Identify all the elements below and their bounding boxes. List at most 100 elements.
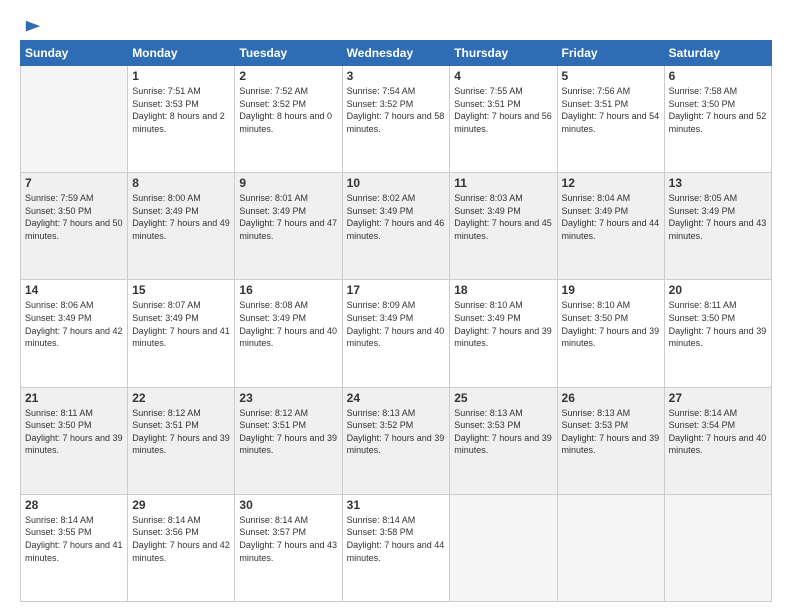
calendar-day-cell: 4 Sunrise: 7:55 AMSunset: 3:51 PMDaylight… — [450, 66, 557, 173]
day-number: 19 — [562, 283, 660, 297]
page: SundayMondayTuesdayWednesdayThursdayFrid… — [0, 0, 792, 612]
day-number: 2 — [239, 69, 337, 83]
day-info: Sunrise: 8:05 AMSunset: 3:49 PMDaylight:… — [669, 192, 767, 242]
calendar-day-cell — [664, 494, 771, 601]
day-info: Sunrise: 8:14 AMSunset: 3:54 PMDaylight:… — [669, 407, 767, 457]
day-info: Sunrise: 8:13 AMSunset: 3:52 PMDaylight:… — [347, 407, 446, 457]
day-number: 17 — [347, 283, 446, 297]
day-number: 11 — [454, 176, 552, 190]
calendar-day-cell: 14 Sunrise: 8:06 AMSunset: 3:49 PMDayligh… — [21, 280, 128, 387]
day-info: Sunrise: 8:14 AMSunset: 3:58 PMDaylight:… — [347, 514, 446, 564]
calendar-day-cell: 18Sunrise: 8:10 AMSunset: 3:49 PMDayligh… — [450, 280, 557, 387]
day-info: Sunrise: 8:04 AMSunset: 3:49 PMDaylight:… — [562, 192, 660, 242]
calendar-day-cell: 30Sunrise: 8:14 AMSunset: 3:57 PMDayligh… — [235, 494, 342, 601]
calendar-week-row: 7 Sunrise: 7:59 AMSunset: 3:50 PMDaylight… — [21, 173, 772, 280]
day-number: 10 — [347, 176, 446, 190]
day-info: Sunrise: 8:08 AMSunset: 3:49 PMDaylight:… — [239, 299, 337, 349]
calendar-day-cell: 6 Sunrise: 7:58 AMSunset: 3:50 PMDaylight… — [664, 66, 771, 173]
day-info: Sunrise: 8:11 AMSunset: 3:50 PMDaylight:… — [669, 299, 767, 349]
day-info: Sunrise: 7:56 AMSunset: 3:51 PMDaylight:… — [562, 85, 660, 135]
calendar-day-cell: 29Sunrise: 8:14 AMSunset: 3:56 PMDayligh… — [128, 494, 235, 601]
calendar-day-cell: 24 Sunrise: 8:13 AMSunset: 3:52 PMDayligh… — [342, 387, 450, 494]
calendar-day-cell: 9 Sunrise: 8:01 AMSunset: 3:49 PMDaylight… — [235, 173, 342, 280]
day-number: 16 — [239, 283, 337, 297]
day-info: Sunrise: 7:55 AMSunset: 3:51 PMDaylight:… — [454, 85, 552, 135]
calendar-day-cell: 22 Sunrise: 8:12 AMSunset: 3:51 PMDayligh… — [128, 387, 235, 494]
calendar-day-cell: 8 Sunrise: 8:00 AMSunset: 3:49 PMDaylight… — [128, 173, 235, 280]
logo — [20, 18, 42, 32]
day-info: Sunrise: 8:07 AMSunset: 3:49 PMDaylight:… — [132, 299, 230, 349]
day-info: Sunrise: 8:14 AMSunset: 3:57 PMDaylight:… — [239, 514, 337, 564]
calendar-day-cell: 10 Sunrise: 8:02 AMSunset: 3:49 PMDayligh… — [342, 173, 450, 280]
day-number: 27 — [669, 391, 767, 405]
calendar-week-row: 14 Sunrise: 8:06 AMSunset: 3:49 PMDayligh… — [21, 280, 772, 387]
day-number: 13 — [669, 176, 767, 190]
day-info: Sunrise: 8:02 AMSunset: 3:49 PMDaylight:… — [347, 192, 446, 242]
calendar-day-cell: 11Sunrise: 8:03 AMSunset: 3:49 PMDayligh… — [450, 173, 557, 280]
calendar-day-cell: 15 Sunrise: 8:07 AMSunset: 3:49 PMDayligh… — [128, 280, 235, 387]
day-number: 25 — [454, 391, 552, 405]
calendar-day-cell: 12 Sunrise: 8:04 AMSunset: 3:49 PMDayligh… — [557, 173, 664, 280]
calendar-day-cell: 26Sunrise: 8:13 AMSunset: 3:53 PMDayligh… — [557, 387, 664, 494]
day-info: Sunrise: 8:06 AMSunset: 3:49 PMDaylight:… — [25, 299, 123, 349]
calendar-day-cell: 23Sunrise: 8:12 AMSunset: 3:51 PMDayligh… — [235, 387, 342, 494]
calendar-header-thursday: Thursday — [450, 41, 557, 66]
calendar-day-cell: 25 Sunrise: 8:13 AMSunset: 3:53 PMDayligh… — [450, 387, 557, 494]
day-number: 21 — [25, 391, 123, 405]
day-number: 6 — [669, 69, 767, 83]
calendar-table: SundayMondayTuesdayWednesdayThursdayFrid… — [20, 40, 772, 602]
day-number: 28 — [25, 498, 123, 512]
calendar-day-cell — [450, 494, 557, 601]
day-info: Sunrise: 7:59 AMSunset: 3:50 PMDaylight:… — [25, 192, 123, 242]
day-number: 18 — [454, 283, 552, 297]
logo-flag-icon — [24, 18, 42, 36]
day-info: Sunrise: 8:13 AMSunset: 3:53 PMDaylight:… — [562, 407, 660, 457]
calendar-day-cell — [21, 66, 128, 173]
header — [20, 18, 772, 32]
day-info: Sunrise: 7:58 AMSunset: 3:50 PMDaylight:… — [669, 85, 767, 135]
day-info: Sunrise: 7:51 AMSunset: 3:53 PMDaylight:… — [132, 85, 230, 135]
calendar-day-cell: 27 Sunrise: 8:14 AMSunset: 3:54 PMDayligh… — [664, 387, 771, 494]
calendar-day-cell: 19Sunrise: 8:10 AMSunset: 3:50 PMDayligh… — [557, 280, 664, 387]
day-number: 9 — [239, 176, 337, 190]
calendar-day-cell: 16 Sunrise: 8:08 AMSunset: 3:49 PMDayligh… — [235, 280, 342, 387]
calendar-day-cell: 7 Sunrise: 7:59 AMSunset: 3:50 PMDaylight… — [21, 173, 128, 280]
day-info: Sunrise: 8:00 AMSunset: 3:49 PMDaylight:… — [132, 192, 230, 242]
day-number: 3 — [347, 69, 446, 83]
calendar-day-cell: 13 Sunrise: 8:05 AMSunset: 3:49 PMDayligh… — [664, 173, 771, 280]
day-number: 24 — [347, 391, 446, 405]
calendar-day-cell: 28 Sunrise: 8:14 AMSunset: 3:55 PMDayligh… — [21, 494, 128, 601]
calendar-header-tuesday: Tuesday — [235, 41, 342, 66]
day-number: 4 — [454, 69, 552, 83]
calendar-header-friday: Friday — [557, 41, 664, 66]
day-info: Sunrise: 8:13 AMSunset: 3:53 PMDaylight:… — [454, 407, 552, 457]
calendar-week-row: 21Sunrise: 8:11 AMSunset: 3:50 PMDayligh… — [21, 387, 772, 494]
day-number: 12 — [562, 176, 660, 190]
calendar-day-cell: 3Sunrise: 7:54 AMSunset: 3:52 PMDaylight… — [342, 66, 450, 173]
day-number: 22 — [132, 391, 230, 405]
day-number: 23 — [239, 391, 337, 405]
day-number: 14 — [25, 283, 123, 297]
calendar-header-wednesday: Wednesday — [342, 41, 450, 66]
calendar-day-cell: 2 Sunrise: 7:52 AMSunset: 3:52 PMDaylight… — [235, 66, 342, 173]
day-number: 8 — [132, 176, 230, 190]
calendar-header-saturday: Saturday — [664, 41, 771, 66]
day-number: 5 — [562, 69, 660, 83]
day-info: Sunrise: 8:09 AMSunset: 3:49 PMDaylight:… — [347, 299, 446, 349]
calendar-day-cell: 31Sunrise: 8:14 AMSunset: 3:58 PMDayligh… — [342, 494, 450, 601]
day-info: Sunrise: 8:14 AMSunset: 3:56 PMDaylight:… — [132, 514, 230, 564]
calendar-day-cell: 5 Sunrise: 7:56 AMSunset: 3:51 PMDaylight… — [557, 66, 664, 173]
day-info: Sunrise: 7:52 AMSunset: 3:52 PMDaylight:… — [239, 85, 337, 135]
calendar-week-row: 28 Sunrise: 8:14 AMSunset: 3:55 PMDayligh… — [21, 494, 772, 601]
day-number: 15 — [132, 283, 230, 297]
calendar-day-cell: 21Sunrise: 8:11 AMSunset: 3:50 PMDayligh… — [21, 387, 128, 494]
day-info: Sunrise: 8:14 AMSunset: 3:55 PMDaylight:… — [25, 514, 123, 564]
day-info: Sunrise: 8:01 AMSunset: 3:49 PMDaylight:… — [239, 192, 337, 242]
day-number: 20 — [669, 283, 767, 297]
calendar-header-monday: Monday — [128, 41, 235, 66]
day-info: Sunrise: 8:12 AMSunset: 3:51 PMDaylight:… — [132, 407, 230, 457]
calendar-day-cell: 1Sunrise: 7:51 AMSunset: 3:53 PMDaylight… — [128, 66, 235, 173]
day-number: 7 — [25, 176, 123, 190]
calendar-day-cell: 20 Sunrise: 8:11 AMSunset: 3:50 PMDayligh… — [664, 280, 771, 387]
calendar-day-cell: 17 Sunrise: 8:09 AMSunset: 3:49 PMDayligh… — [342, 280, 450, 387]
